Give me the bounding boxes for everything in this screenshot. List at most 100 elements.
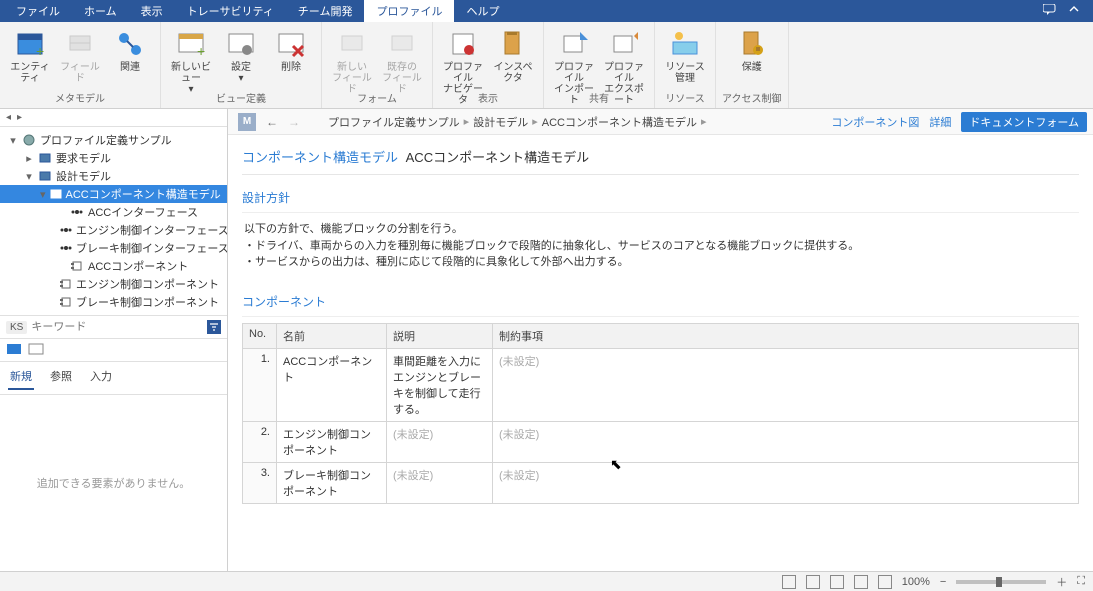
keyword-input[interactable] (31, 321, 203, 333)
zoom-level: 100% (902, 576, 930, 588)
side-tab-right[interactable]: ▸ (17, 112, 22, 123)
menu-traceability[interactable]: トレーサビリティ (175, 0, 286, 22)
link-component-diagram[interactable]: コンポーネント図 (831, 114, 919, 130)
cell-no: 1. (243, 348, 277, 421)
breadcrumb-1[interactable]: プロファイル定義サンプル (328, 114, 460, 130)
lower-tab-reference[interactable]: 参照 (48, 366, 74, 390)
ribbon-label: 新しいビュー▾ (169, 62, 213, 95)
tree-item[interactable]: ▸要求モデル (0, 149, 227, 167)
ribbon-label: 新しいフィールド (330, 62, 374, 95)
menu-home[interactable]: ホーム (72, 0, 129, 22)
tree-item[interactable]: ACCインターフェース (0, 203, 227, 221)
ribbon-group-メタモデル: +エンティティフィールド関連メタモデル (0, 22, 161, 108)
menubar: ファイル ホーム 表示 トレーサビリティ チーム開発 プロファイル ヘルプ (0, 0, 1093, 22)
tree-item[interactable]: ACCコンポーネント (0, 257, 227, 275)
relation-icon (114, 28, 146, 60)
status-fit-icon[interactable]: ⛶ (1077, 575, 1085, 588)
export-icon (608, 28, 640, 60)
table-row[interactable]: 2.エンジン制御コンポーネント(未設定)(未設定) (243, 421, 1079, 462)
entity-type-label: コンポーネント構造モデル (242, 150, 398, 165)
cell-desc: (未設定) (387, 421, 493, 462)
inspector-icon (497, 28, 529, 60)
nav-back-icon[interactable]: ← (266, 115, 278, 129)
lower-icon-tab-2[interactable] (28, 343, 46, 357)
ribbon-newview-button[interactable]: + 新しいビュー▾ (167, 26, 215, 97)
tree-item[interactable]: ブレーキ制御インターフェース (0, 239, 227, 257)
lower-tab-input[interactable]: 入力 (88, 366, 114, 390)
keyword-search: KS (0, 316, 227, 339)
ribbon-group-フォーム: 新しいフィールド既存のフィールドフォーム (322, 22, 433, 108)
tree-item[interactable]: エンジン制御コンポーネント (0, 275, 227, 293)
table-row[interactable]: 3.ブレーキ制御コンポーネント(未設定)(未設定) (243, 462, 1079, 503)
menu-profile[interactable]: プロファイル (364, 0, 454, 22)
chevron-down-icon[interactable]: ▾ (24, 170, 34, 183)
ribbon-settings-button[interactable]: 設定▾ (217, 26, 265, 86)
tree-item-label: 設計モデル (56, 168, 111, 184)
status-icon-5[interactable] (878, 575, 892, 589)
ribbon-resource-button[interactable]: リソース管理 (661, 26, 709, 86)
ribbon-field-button: フィールド (56, 26, 104, 86)
sidebar-empty-placeholder: 追加できる要素がありません。 (0, 395, 227, 571)
breadcrumb-3[interactable]: ACCコンポーネント構造モデル (542, 114, 697, 130)
lower-text-tabs: 新規 参照 入力 (0, 362, 227, 395)
zoom-slider[interactable] (956, 580, 1046, 584)
breadcrumb-2[interactable]: 設計モデル (473, 114, 528, 130)
protect-icon (736, 28, 768, 60)
nav-forward-icon[interactable]: → (288, 115, 300, 129)
ribbon-group-title: メタモデル (55, 88, 105, 108)
tree-item-label: エンジン制御インターフェース (76, 222, 227, 238)
ribbon-group-title: ビュー定義 (216, 88, 266, 108)
cell-desc: 車間距離を入力にエンジンとブレーキを制御して走行する。 (387, 348, 493, 421)
ribbon-entity-button[interactable]: +エンティティ (6, 26, 54, 86)
tree-item[interactable]: ▾ 設計モデル (0, 167, 227, 185)
tree-item[interactable]: ▾ACCコンポーネント構造モデル (0, 185, 227, 203)
policy-intro: 以下の方針で、機能ブロックの分割を行う。 (244, 221, 1077, 238)
tree-item-label: ACCインターフェース (88, 204, 198, 220)
components-table: No. 名前 説明 制約事項 1.ACCコンポーネント車間距離を入力にエンジンと… (242, 323, 1079, 504)
lower-icon-tab-1[interactable] (6, 343, 24, 357)
tree-item[interactable]: ▾プロファイル定義サンプル (0, 131, 227, 149)
cell-constraint: (未設定) (493, 462, 1079, 503)
if-icon (60, 241, 72, 255)
chevron-down-icon[interactable]: ▾ (40, 188, 46, 201)
section-components: コンポーネント (242, 279, 1079, 317)
document-form-button[interactable]: ドキュメントフォーム (961, 112, 1087, 132)
zoom-out-button[interactable]: − (940, 576, 946, 588)
status-icon-4[interactable] (854, 575, 868, 589)
th-name: 名前 (277, 323, 387, 348)
lower-tab-new[interactable]: 新規 (8, 366, 34, 390)
profile-tree: ▾プロファイル定義サンプル▸要求モデル ▾ 設計モデル▾ACCコンポーネント構造モデ… (0, 127, 227, 316)
chevron-right-icon[interactable]: ▸ (24, 152, 34, 165)
menu-view[interactable]: 表示 (129, 0, 175, 22)
ribbon-delete-button[interactable]: 削除 (267, 26, 315, 75)
menu-help[interactable]: ヘルプ (454, 0, 511, 22)
filter-icon[interactable] (207, 320, 221, 334)
newview-icon: + (175, 28, 207, 60)
ribbon: +エンティティフィールド関連メタモデル + 新しいビュー▾設定▾ 削除ビュー定義 新しい… (0, 22, 1093, 109)
ribbon-label: 保護 (742, 62, 762, 73)
status-icon-1[interactable] (782, 575, 796, 589)
ribbon-label: 削除 (281, 62, 301, 73)
tree-item[interactable]: エンジン制御インターフェース (0, 221, 227, 239)
mod-icon (38, 169, 52, 183)
ribbon-label: インスペクタ (491, 62, 535, 84)
existfield-icon (386, 28, 418, 60)
cell-no: 3. (243, 462, 277, 503)
titlebar-speech-icon[interactable] (1043, 4, 1057, 19)
ribbon-relation-button[interactable]: 関連 (106, 26, 154, 75)
menu-file[interactable]: ファイル (4, 0, 72, 22)
titlebar-chevron-up-icon[interactable] (1069, 4, 1079, 19)
chevron-down-icon[interactable]: ▾ (8, 134, 18, 147)
menu-team[interactable]: チーム開発 (286, 0, 365, 22)
ribbon-protect-button[interactable]: 保護 (728, 26, 776, 75)
ribbon-inspector-button[interactable]: インスペクタ (489, 26, 537, 86)
side-tab-left[interactable]: ◂ (6, 112, 11, 123)
svg-text:+: + (197, 43, 205, 59)
tree-item[interactable]: ブレーキ制御コンポーネント (0, 293, 227, 311)
table-row[interactable]: 1.ACCコンポーネント車間距離を入力にエンジンとブレーキを制御して走行する。(… (243, 348, 1079, 421)
zoom-in-button[interactable]: ＋ (1056, 574, 1067, 590)
cell-constraint: (未設定) (493, 421, 1079, 462)
status-icon-3[interactable] (830, 575, 844, 589)
link-detail[interactable]: 詳細 (929, 114, 951, 130)
status-icon-2[interactable] (806, 575, 820, 589)
